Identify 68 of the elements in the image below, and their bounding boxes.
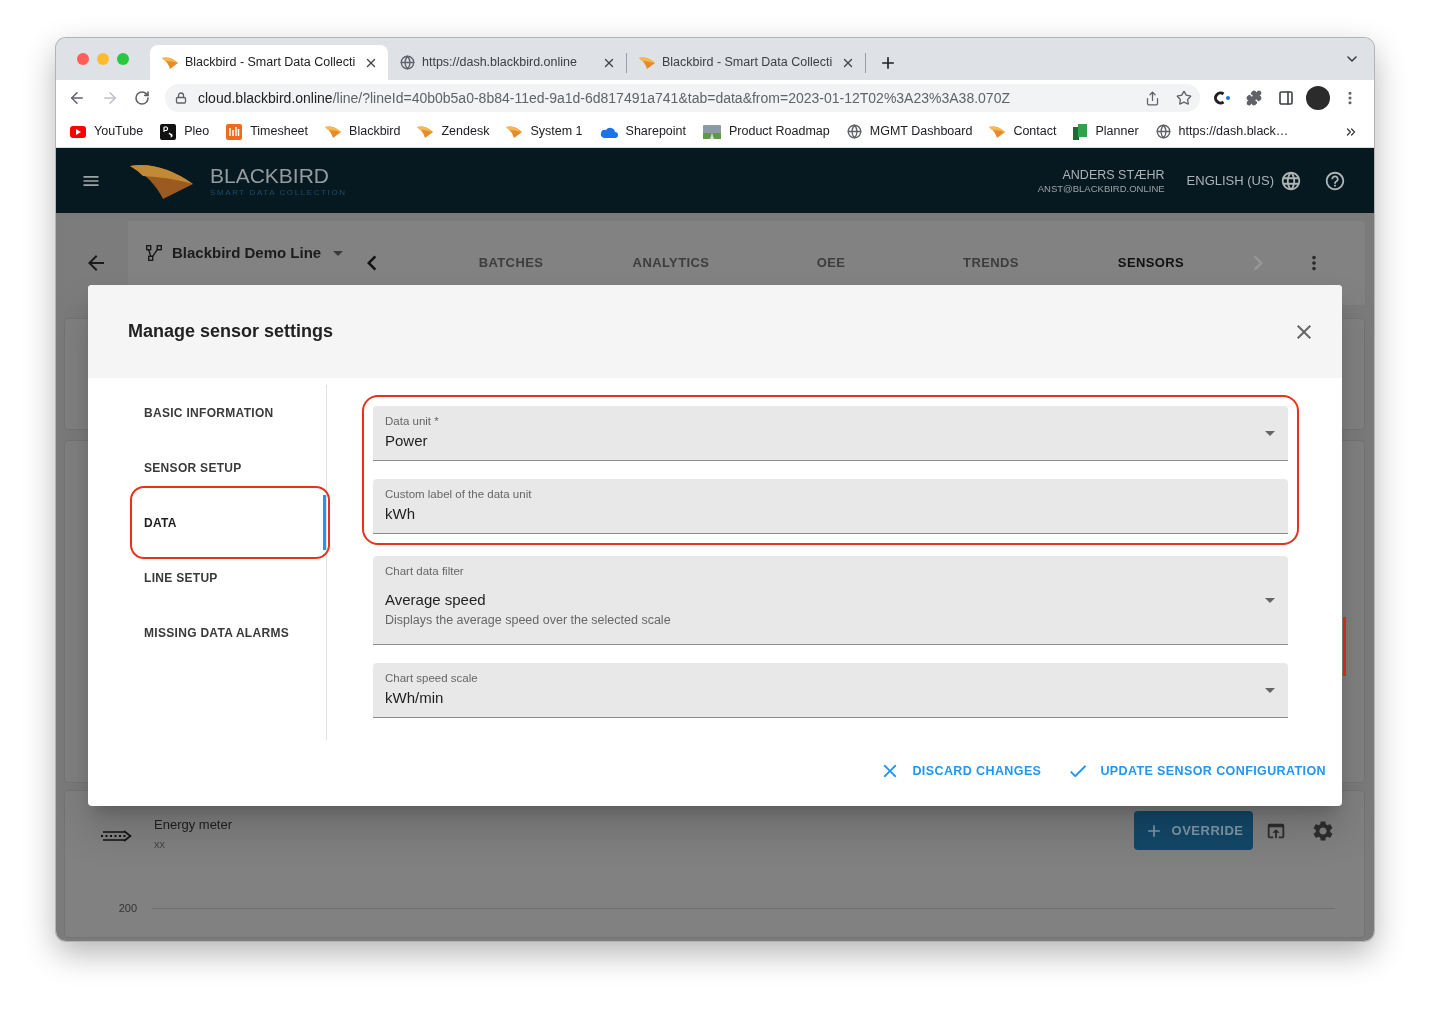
- bookmark-link[interactable]: https://dash.black…: [1155, 122, 1289, 141]
- nav-item[interactable]: DATA: [88, 495, 326, 550]
- bookmark-link[interactable]: Blackbird: [325, 122, 401, 141]
- bookmark-link[interactable]: Planner: [1073, 122, 1139, 141]
- reload-icon[interactable]: [134, 90, 150, 106]
- globe-icon: [846, 124, 862, 139]
- wedge-icon: [325, 125, 342, 138]
- bookmark-link[interactable]: Timesheet: [226, 122, 309, 141]
- star-icon[interactable]: [1176, 90, 1192, 106]
- bookmark-link[interactable]: Zendesk: [417, 122, 490, 141]
- language-button[interactable]: ENGLISH (US): [1186, 169, 1302, 192]
- wedge-icon: [417, 125, 434, 138]
- monogram-icon: [160, 123, 177, 140]
- help-icon[interactable]: [1324, 169, 1346, 192]
- lock-icon: [175, 92, 187, 104]
- select-field[interactable]: Chart speed scale kWh/min: [373, 663, 1288, 718]
- settings-icon[interactable]: [1311, 818, 1335, 843]
- line-select[interactable]: Blackbird Demo Line: [128, 241, 352, 265]
- select-field[interactable]: Chart data filter Average speed Displays the average speed over the selected scale: [373, 556, 1288, 645]
- bookmark-link[interactable]: Product Roadmap: [703, 122, 830, 141]
- wedge-icon: [162, 56, 178, 69]
- globe-icon: [1280, 169, 1302, 192]
- address-bar[interactable]: cloud.blackbird.online/line/?lineId=40b0b5a0-8b84-11ed-9a1d-6d817491a741&tab=data&from=2023-01-12T02%3A23%3A38.070Z: [165, 84, 1200, 112]
- side-panel-icon[interactable]: [1278, 90, 1294, 106]
- bookmark-link[interactable]: Pleo: [160, 122, 210, 141]
- highlight-frame-edge: [1343, 617, 1346, 676]
- wedge-icon: [639, 56, 655, 69]
- wedge-logo-icon: [130, 162, 194, 199]
- dotted-arrow-icon: [100, 830, 132, 842]
- caret-icon: [333, 250, 344, 256]
- dropdown-caret-icon: [1265, 687, 1275, 693]
- bookmark-link[interactable]: YouTube: [70, 122, 144, 141]
- brand-name: BLACKBIRD: [210, 163, 331, 188]
- sensor-name: Energy meter: [154, 817, 233, 833]
- bookmark-link[interactable]: MGMT Dashboard: [846, 122, 973, 141]
- cloud-icon: [599, 125, 618, 138]
- dialog-title: Manage sensor settings: [128, 320, 334, 343]
- back-icon[interactable]: [68, 89, 86, 107]
- nav-item[interactable]: LINE SETUP: [88, 550, 326, 605]
- avatar-icon[interactable]: [1306, 86, 1330, 110]
- browser-tab[interactable]: Blackbird - Smart Data Collecti: [150, 45, 388, 80]
- user-name: ANDERS STÆHR: [1062, 167, 1165, 183]
- axis-tick-label: 200: [117, 901, 137, 915]
- nav-item[interactable]: BASIC INFORMATION: [88, 385, 326, 440]
- brand-tagline: SMART DATA COLLECTION: [210, 187, 347, 198]
- nav-item[interactable]: SENSOR SETUP: [88, 440, 326, 495]
- stacked-sheets-icon: [1073, 123, 1088, 140]
- globe-icon: [400, 55, 415, 70]
- browser-tab[interactable]: https://dash.blackbird.online: [388, 45, 626, 80]
- text-field[interactable]: Custom label of the data unit kWh: [373, 479, 1288, 534]
- wedge-icon: [989, 125, 1006, 138]
- browser-tab[interactable]: Blackbird - Smart Data Collecti: [627, 45, 865, 80]
- bookmark-link[interactable]: System 1: [506, 122, 583, 141]
- play-icon: [70, 125, 86, 138]
- nav-item[interactable]: MISSING DATA ALARMS: [88, 605, 326, 660]
- globe-icon: [1155, 124, 1171, 139]
- user-email: ANST@BLACKBIRD.ONLINE: [1037, 182, 1165, 194]
- select-field[interactable]: Data unit * Power: [373, 406, 1288, 461]
- branch-icon: [146, 245, 162, 261]
- bars-icon: [226, 123, 243, 140]
- landscape-icon: [703, 124, 721, 139]
- bookmark-link[interactable]: Contact: [989, 122, 1057, 141]
- bookmark-link[interactable]: Sharepoint: [599, 122, 686, 141]
- share-icon[interactable]: [1144, 90, 1160, 106]
- puzzle-icon[interactable]: [1246, 90, 1262, 106]
- arc-dot-icon[interactable]: [1213, 91, 1231, 105]
- wedge-icon: [506, 125, 523, 138]
- dropdown-caret-icon: [1265, 597, 1275, 603]
